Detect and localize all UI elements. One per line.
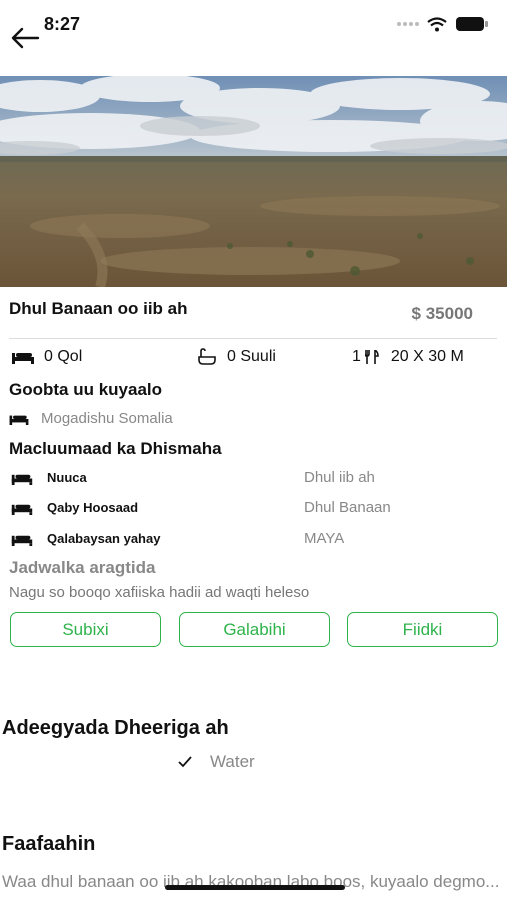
listing-price: $ 35000 [411,304,473,323]
detail-row-subtype: Qaby Hoosaad Dhul Banaan [9,498,499,520]
amenity-label: Water [210,752,255,771]
schedule-heading: Jadwalka aragtida [9,558,156,577]
property-stats: 0 Qol 0 Suuli 1 20 X 30 M [0,348,507,372]
detail-value: Dhul Banaan [304,499,391,516]
battery-icon [456,17,488,31]
location-heading: Goobta uu kuyaalo [9,380,163,399]
status-bar: 8:27 [0,0,507,70]
bed-icon [11,504,33,515]
stat-size-prefix: 1 [352,348,361,365]
stat-toilets-value: 0 Suuli [227,348,276,365]
listing-header: Dhul Banaan oo iib ah $ 35000 [0,296,507,336]
amenities-heading: Adeegyada Dheeriga ah [2,717,229,739]
wifi-icon [427,16,447,31]
location-row: Mogadishu Somalia [9,410,173,427]
detail-value: MAYA [304,530,345,547]
location-value: Mogadishu Somalia [41,410,173,427]
home-indicator[interactable] [165,885,345,890]
evening-button[interactable]: Fiidki [347,612,498,647]
stat-rooms-value: 0 Qol [44,348,83,365]
bed-icon [11,535,33,546]
detail-label: Qaby Hoosaad [47,500,139,515]
stat-size: 1 20 X 30 M [352,348,464,366]
schedule-note: Nagu so booqo xafiiska hadii ad waqti he… [9,584,310,601]
detail-value: Dhul iib ah [304,469,375,486]
fork-knife-icon [364,350,379,364]
stat-size-value: 20 X 30 M [390,348,464,365]
status-time: 8:27 [44,14,81,34]
divider [9,338,497,339]
detail-label: Qalabaysan yahay [47,531,161,546]
back-arrow-icon[interactable] [10,26,44,52]
stat-toilets: 0 Suuli [197,348,276,366]
afternoon-button[interactable]: Galabihi [179,612,330,647]
signal-icon [397,22,419,26]
checkmark-icon [178,756,192,768]
details-heading: Macluumaad ka Dhismaha [9,439,222,458]
listing-title: Dhul Banaan oo iib ah [9,299,188,318]
bed-icon [12,353,34,364]
detail-label: Nuuca [47,470,87,485]
description-heading: Faafaahin [2,833,96,855]
schedule-buttons: Subixi Galabihi Fiidki [10,612,498,648]
property-photo [0,76,507,287]
detail-row-type: Nuuca Dhul iib ah [9,468,499,490]
bed-icon [11,474,33,485]
bathtub-icon [198,348,216,365]
stat-rooms: 0 Qol [12,348,82,366]
detail-row-furnished: Qalabaysan yahay MAYA [9,529,499,551]
bed-icon [9,415,29,425]
morning-button[interactable]: Subixi [10,612,161,647]
amenity-item: Water [178,752,255,772]
status-icons [397,16,489,32]
